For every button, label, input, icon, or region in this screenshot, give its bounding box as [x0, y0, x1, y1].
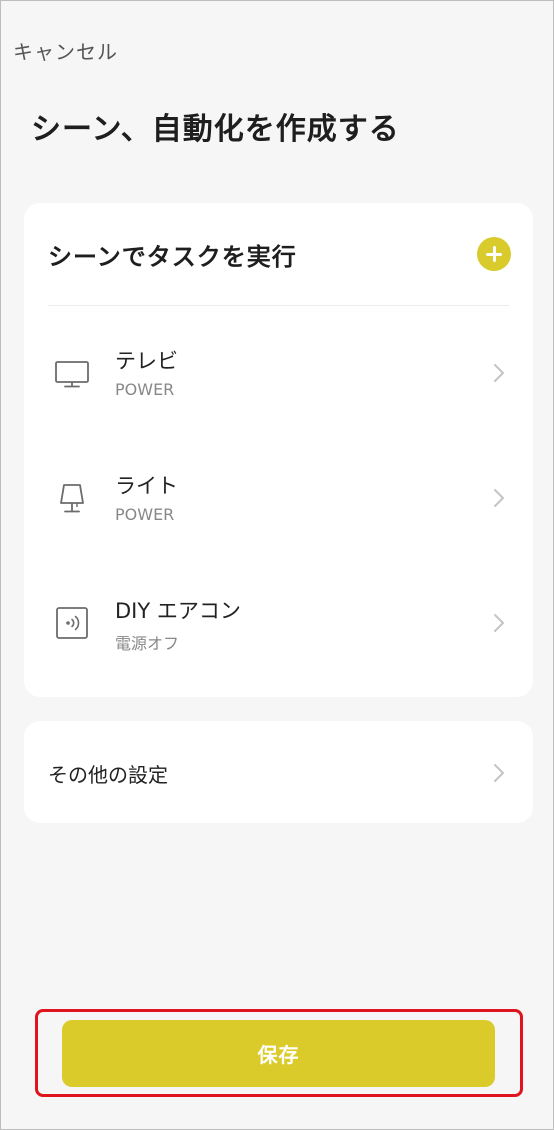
remote-icon	[56, 607, 88, 639]
device-row-aircon[interactable]: DIY エアコン 電源オフ	[24, 575, 533, 675]
device-status: 電源オフ	[115, 634, 180, 653]
device-row-light[interactable]: ライト POWER	[24, 450, 533, 550]
page-title: シーン、自動化を作成する	[31, 112, 400, 147]
device-status: POWER	[115, 380, 175, 399]
save-button[interactable]: 保存	[62, 1020, 495, 1087]
device-status: POWER	[115, 505, 175, 524]
lamp-icon	[60, 484, 84, 513]
device-name: DIY エアコン	[115, 599, 241, 623]
device-name: ライト	[115, 474, 178, 498]
add-task-button[interactable]	[477, 237, 511, 271]
tasks-card-header: シーンでタスクを実行	[24, 203, 533, 305]
tasks-card-title: シーンでタスクを実行	[48, 243, 297, 271]
chevron-right-icon	[494, 489, 504, 507]
tasks-card: シーンでタスクを実行 テレビ POWER ライト POWER DIY エアコン …	[24, 203, 533, 697]
other-settings-row[interactable]: その他の設定	[24, 721, 533, 823]
device-name: テレビ	[115, 349, 178, 373]
other-settings-label: その他の設定	[48, 763, 168, 787]
divider	[48, 305, 509, 306]
device-row-tv[interactable]: テレビ POWER	[24, 325, 533, 425]
chevron-right-icon	[494, 614, 504, 632]
chevron-right-icon	[494, 364, 504, 382]
cancel-button[interactable]: キャンセル	[13, 36, 118, 65]
tv-icon	[55, 361, 89, 388]
chevron-right-icon	[494, 764, 504, 782]
